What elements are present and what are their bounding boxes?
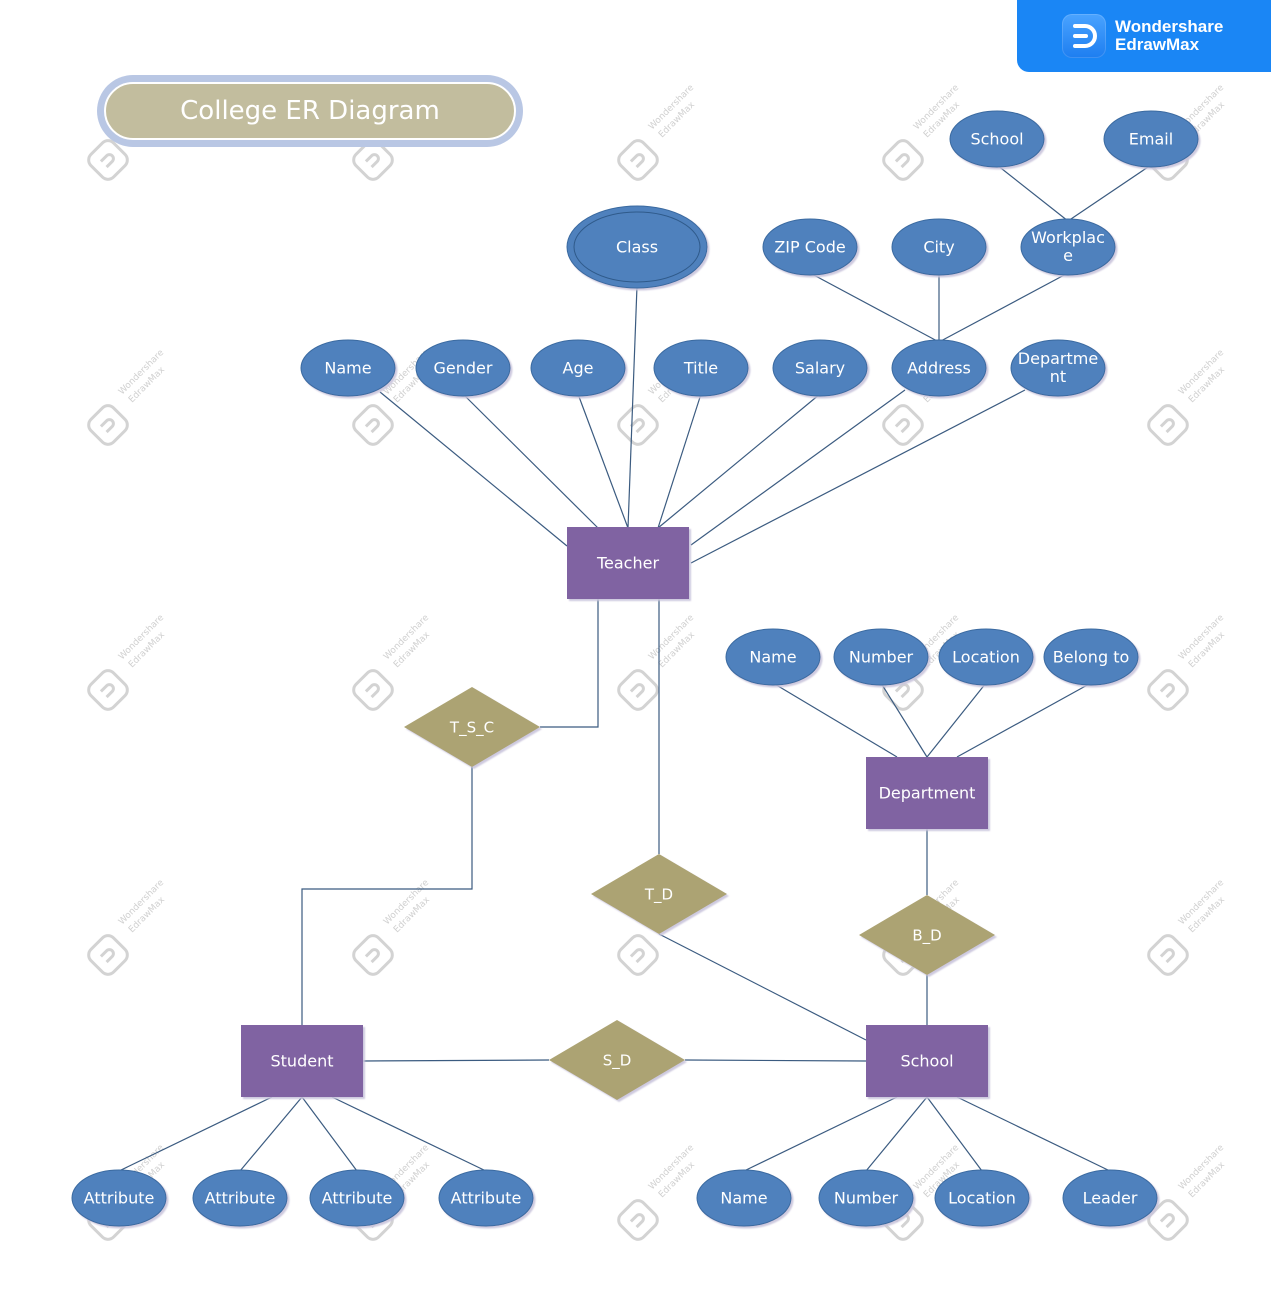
shape-layer: Teacher Department Student School T_S_C T_D B_… [71,110,1199,1227]
attribute-connector [938,272,1069,343]
attribute-label: Age [563,359,594,378]
attribute-label: Attribute [205,1189,276,1208]
attribute-label: Name [324,359,371,378]
attribute-connector [690,389,906,546]
attribute-label: School [970,130,1023,149]
watermark-icon [1143,876,1230,980]
edrawmax-logo-icon [1062,14,1106,58]
attribute-connector [772,682,898,758]
attribute-label: Name [749,648,796,667]
attribute-connector [690,389,1026,564]
entity-label: Student [271,1052,334,1071]
attribute-label: Name [720,1189,767,1208]
entity-label: Teacher [596,554,659,573]
connector-sd-school [684,1059,867,1062]
attribute-label: Leader [1083,1189,1138,1208]
er-diagram-canvas: Wondershare EdrawMax TeacherDepartmentSt… [71,81,1230,1245]
diagram-title-pill: College ER Diagram [97,75,523,147]
attribute-connector [1067,164,1152,222]
brand-line-2: EdrawMax [1115,35,1200,54]
relationship-label: S_D [603,1051,632,1070]
connector-student-sd [362,1059,550,1062]
entity-label: Department [879,784,976,803]
attribute-label: Location [952,648,1020,667]
attribute-label: Salary [795,359,845,378]
relationship-label: T_D [644,885,673,904]
brand-line-1: Wondershare [1115,17,1224,36]
attribute-connector [743,1096,898,1172]
attribute-label: Address [907,359,971,378]
relationship-label: T_S_C [449,718,494,737]
watermark-icon [613,611,700,715]
relationship-label: B_D [912,926,941,945]
attribute-label: Email [1129,130,1173,149]
attribute-label: Attribute [84,1189,155,1208]
watermark-icon [83,611,170,715]
connector-td-school [658,933,867,1041]
attribute-connector [301,1096,358,1172]
connector-teacher-tsc [540,599,599,728]
attribute-connector [996,164,1069,222]
attribute-label: Belong to [1053,648,1130,667]
brand-name: Wondershare EdrawMax [1115,18,1223,54]
attribute-connector [809,272,940,343]
watermark-icon [348,876,435,980]
connector-tsc-student [301,767,473,1025]
attribute-label: Gender [434,359,493,378]
watermark-icon [1143,1141,1230,1245]
watermark-icon [878,81,965,185]
watermark-icon [1143,346,1230,450]
attribute-label: Number [834,1189,899,1208]
diagram-title: College ER Diagram [104,82,516,140]
brand-badge[interactable]: Wondershare EdrawMax [1017,0,1271,72]
attribute-label: City [923,238,954,257]
attribute-label: Number [849,648,914,667]
attribute-connector [577,393,629,529]
attribute-label: Title [683,359,718,378]
watermark-icon [613,1141,700,1245]
watermark-icon [83,876,170,980]
attribute-label: Attribute [451,1189,522,1208]
watermark-icon [348,611,435,715]
entity-label: School [900,1052,953,1071]
watermark-icon [1143,611,1230,715]
attribute-connector [657,393,702,529]
attribute-connector [462,393,599,529]
attribute-label: Attribute [322,1189,393,1208]
attribute-label: Class [616,238,658,257]
attribute-connector [657,393,821,529]
attribute-label: Location [948,1189,1016,1208]
attribute-label: ZIP Code [774,238,845,257]
watermark-icon [613,81,700,185]
watermark-icon [83,346,170,450]
attribute-connector [956,1096,1111,1172]
